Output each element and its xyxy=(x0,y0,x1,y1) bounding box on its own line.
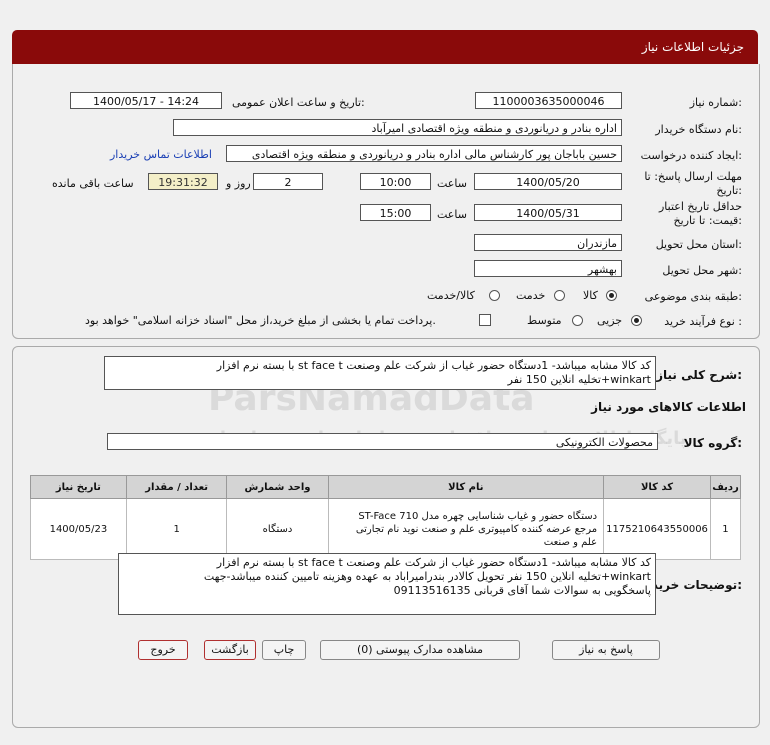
row-unit: دستگاه xyxy=(226,498,329,560)
reply-button[interactable]: پاسخ به نیاز xyxy=(552,640,660,660)
buyer-desc-line-2: winkart+تخلیه انلاین 150 نفر تحویل کالاد… xyxy=(203,570,651,583)
need-number-label: شماره نیاز: xyxy=(689,96,742,109)
buyer-contact-link[interactable]: اطلاعات تماس خریدار xyxy=(110,148,212,161)
deadline-date-field: 1400/05/20 xyxy=(474,173,622,190)
row-name-line-2: مرجع عرضه کننده کامپیوتری علم و صنعت نوی… xyxy=(355,523,598,535)
back-button[interactable]: بازگشت xyxy=(204,640,256,660)
category-goods-service-radio[interactable] xyxy=(489,290,500,301)
view-documents-button[interactable]: مشاهده مدارک پیوستی (0) xyxy=(320,640,520,660)
validity-time-label: ساعت xyxy=(437,208,467,221)
province-label: استان محل تحویل: xyxy=(655,238,742,251)
col-unit-header: واحد شمارش xyxy=(226,475,329,499)
process-minor-radio[interactable] xyxy=(631,315,642,326)
print-button[interactable]: چاپ xyxy=(262,640,306,660)
deadline-time-label: ساعت xyxy=(437,177,467,190)
row-index: 1 xyxy=(709,498,742,560)
need-number-field: 1100003635000046 xyxy=(475,92,622,109)
buyer-label: نام دستگاه خریدار: xyxy=(655,123,742,136)
category-goods-radio[interactable] xyxy=(606,290,617,301)
category-goods-service-label: کالا/خدمت xyxy=(427,289,475,302)
validity-label-date: قیمت: تا تاریخ: xyxy=(673,214,742,227)
summary-line-2: winkart+تخلیه انلاین 150 نفر xyxy=(507,373,651,386)
buyer-desc-field: کد کالا مشابه میباشد- 1دستگاه حضور غیاب … xyxy=(118,553,656,615)
creator-label: ایجاد کننده درخواست: xyxy=(640,149,742,162)
summary-line-1: کد کالا مشابه میباشد- 1دستگاه حضور غیاب … xyxy=(216,359,651,372)
treasury-payment-checkbox[interactable] xyxy=(479,314,491,326)
process-medium-radio[interactable] xyxy=(572,315,583,326)
creator-field: حسین باباجان پور کارشناس مالی اداره بناد… xyxy=(226,145,622,162)
announce-label: تاریخ و ساعت اعلان عمومی: xyxy=(232,96,365,109)
treasury-payment-note: پرداخت تمام یا بخشی از مبلغ خرید،از محل … xyxy=(85,314,436,327)
row-qty: 1 xyxy=(125,498,228,560)
goods-info-title: اطلاعات کالاهای مورد نیاز xyxy=(591,400,746,414)
days-field: 2 xyxy=(253,173,323,190)
province-field: مازندران xyxy=(474,234,622,251)
category-label: طبقه بندی موضوعی: xyxy=(644,290,742,303)
row-name: دستگاه حضور و غیاب شناسایی چهره مدل ST-F… xyxy=(327,498,605,560)
table-header-row: تاریخ نیاز تعداد / مقدار واحد شمارش نام … xyxy=(30,475,742,499)
col-index-header: ردیف xyxy=(709,475,742,499)
row-name-line-1: دستگاه حضور و غیاب شناسایی چهره مدل ST-F… xyxy=(358,510,598,522)
deadline-label: مهلت ارسال پاسخ: تا xyxy=(644,170,742,183)
validity-date-field: 1400/05/31 xyxy=(474,204,622,221)
col-name-header: نام کالا xyxy=(327,475,605,499)
col-code-header: کد کالا xyxy=(603,475,711,499)
summary-field: کد کالا مشابه میباشد- 1دستگاه حضور غیاب … xyxy=(104,356,656,390)
goods-group-field: محصولات الکترونیکی xyxy=(107,433,658,450)
goods-table: تاریخ نیاز تعداد / مقدار واحد شمارش نام … xyxy=(30,475,742,560)
remaining-label: ساعت باقی مانده xyxy=(52,177,134,190)
days-label: روز و xyxy=(226,177,251,190)
summary-label: شرح کلی نیاز: xyxy=(656,368,742,382)
city-label: شهر محل تحویل: xyxy=(662,264,742,277)
goods-group-label: گروه کالا: xyxy=(683,436,742,450)
announce-field: 1400/05/17 - 14:24 xyxy=(70,92,222,109)
process-medium-label: متوسط xyxy=(527,314,562,327)
process-minor-label: جزیی xyxy=(597,314,623,327)
category-goods-label: کالا xyxy=(583,289,598,302)
page-header: جزئیات اطلاعات نیاز xyxy=(12,30,758,64)
validity-time-field: 15:00 xyxy=(360,204,431,221)
row-date: 1400/05/23 xyxy=(30,498,127,560)
exit-button[interactable]: خروج xyxy=(138,640,188,660)
col-qty-header: تعداد / مقدار xyxy=(125,475,228,499)
city-field: بهشهر xyxy=(474,260,622,277)
remaining-time-field: 19:31:32 xyxy=(148,173,218,190)
col-date-header: تاریخ نیاز xyxy=(30,475,127,499)
deadline-label-date: تاریخ: xyxy=(716,184,742,197)
process-label: نوع فرآیند خرید : xyxy=(664,315,742,328)
row-name-line-3: علم و صنعت xyxy=(543,536,598,548)
page-title: جزئیات اطلاعات نیاز xyxy=(641,40,744,54)
category-service-label: خدمت xyxy=(516,289,546,302)
buyer-desc-line-3: پاسخگویی به سوالات شما آقای قربانی 09113… xyxy=(393,584,651,597)
table-row[interactable]: 1400/05/23 1 دستگاه دستگاه حضور و غیاب ش… xyxy=(30,498,742,560)
category-service-radio[interactable] xyxy=(554,290,565,301)
row-code: 1175210643550006 xyxy=(603,498,711,560)
deadline-time-field: 10:00 xyxy=(360,173,431,190)
buyer-desc-line-1: کد کالا مشابه میباشد- 1دستگاه حضور غیاب … xyxy=(216,556,651,569)
validity-label: حداقل تاریخ اعتبار xyxy=(658,200,742,213)
buyer-field: اداره بنادر و دریانوردی و منطقه ویژه اقت… xyxy=(173,119,622,136)
